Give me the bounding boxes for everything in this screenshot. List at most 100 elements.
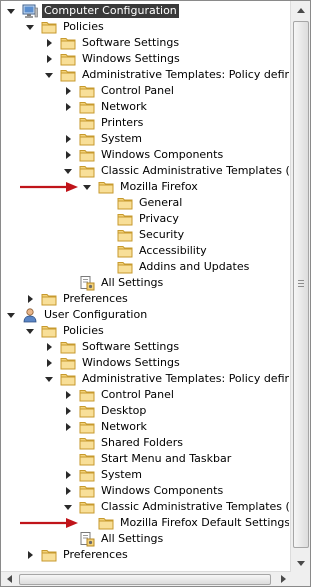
tree-item[interactable]: Network [63, 99, 289, 115]
collapse-toggle[interactable] [82, 179, 92, 195]
grip-line [298, 283, 304, 284]
folder-icon [41, 19, 57, 35]
collapse-toggle[interactable] [63, 163, 73, 179]
tree-item[interactable]: Administrative Templates: Policy definit… [44, 371, 289, 387]
tree-item[interactable]: Security [101, 227, 289, 243]
expand-toggle[interactable] [63, 387, 73, 403]
chevron-down-icon [45, 72, 53, 78]
expand-toggle[interactable] [63, 467, 73, 483]
tree-item[interactable]: Software Settings [44, 339, 289, 355]
tree-item[interactable]: Preferences [25, 291, 289, 307]
tree-item[interactable]: Classic Administrative Templates (AD [63, 499, 289, 515]
tree-item[interactable]: Control Panel [63, 387, 289, 403]
tree-item[interactable]: Windows Components [63, 147, 289, 163]
folder-icon [60, 67, 76, 83]
tree-item[interactable]: Software Settings [44, 35, 289, 51]
policy-tree: Computer Configuration Policies Software… [1, 1, 289, 572]
collapse-toggle[interactable] [25, 323, 35, 339]
chevron-down-icon [7, 8, 15, 14]
expand-toggle[interactable] [25, 547, 35, 563]
tree-item[interactable]: Policies [25, 19, 289, 35]
tree-item-label: Mozilla Firefox Default Settings [120, 516, 289, 529]
tree-item-label: Mozilla Firefox [120, 180, 198, 193]
no-toggle [101, 259, 111, 275]
folder-icon [60, 339, 76, 355]
tree-item[interactable]: Classic Administrative Templates (AD [63, 163, 289, 179]
expand-toggle[interactable] [44, 35, 54, 51]
scroll-up-button[interactable] [293, 2, 308, 18]
collapse-toggle[interactable] [44, 67, 54, 83]
tree-item[interactable]: Start Menu and Taskbar [63, 451, 289, 467]
tree-item[interactable]: Privacy [101, 211, 289, 227]
horizontal-scroll-thumb[interactable] [19, 574, 271, 585]
expand-toggle[interactable] [63, 483, 73, 499]
tree-item-label: Network [101, 100, 147, 113]
tree-item-label: System [101, 132, 143, 145]
no-toggle [63, 451, 73, 467]
tree-item-label: Accessibility [139, 244, 207, 257]
chevron-right-icon [65, 135, 71, 143]
tree-item[interactable]: Network [63, 419, 289, 435]
grip-line [298, 280, 304, 281]
tree-item[interactable]: Accessibility [101, 243, 289, 259]
expand-toggle[interactable] [63, 131, 73, 147]
tree-item[interactable]: All Settings [63, 531, 289, 547]
tree-item[interactable]: Administrative Templates: Policy definit… [44, 67, 289, 83]
folder-icon [60, 355, 76, 371]
expand-toggle[interactable] [63, 403, 73, 419]
expand-toggle[interactable] [25, 291, 35, 307]
tree-item[interactable]: Mozilla Firefox Default Settings [82, 515, 289, 531]
chevron-down-icon [26, 24, 34, 30]
tree-item-label: Security [139, 228, 185, 241]
tree-item[interactable]: Windows Components [63, 483, 289, 499]
expand-toggle[interactable] [44, 51, 54, 67]
expand-toggle[interactable] [63, 99, 73, 115]
tree-item-label: Windows Components [101, 484, 224, 497]
collapse-toggle[interactable] [6, 307, 16, 323]
tree-item[interactable]: General [101, 195, 289, 211]
vertical-scroll-thumb[interactable] [293, 21, 309, 548]
expand-toggle[interactable] [44, 339, 54, 355]
scroll-right-button[interactable] [275, 572, 291, 586]
tree-item[interactable]: Policies [25, 323, 289, 339]
chevron-right-icon [46, 343, 52, 351]
horizontal-scrollbar[interactable] [1, 571, 291, 586]
tree-item[interactable]: Printers [63, 115, 289, 131]
tree-item[interactable]: Shared Folders [63, 435, 289, 451]
expand-toggle[interactable] [44, 355, 54, 371]
tree-item[interactable]: Windows Settings [44, 355, 289, 371]
tree-item[interactable]: Addins and Updates [101, 259, 289, 275]
folder-icon [117, 211, 133, 227]
folder-icon [79, 435, 95, 451]
tree-item[interactable]: Preferences [25, 547, 289, 563]
tree-item-label: Start Menu and Taskbar [101, 452, 232, 465]
chevron-right-icon [27, 295, 33, 303]
tree-item-label: All Settings [101, 276, 164, 289]
collapse-toggle[interactable] [6, 3, 16, 19]
expand-toggle[interactable] [63, 147, 73, 163]
tree-item[interactable]: Desktop [63, 403, 289, 419]
scroll-left-button[interactable] [1, 572, 17, 586]
folder-icon [79, 499, 95, 515]
tree-item[interactable]: User Configuration [6, 307, 289, 323]
tree-item[interactable]: System [63, 467, 289, 483]
folder-icon [79, 131, 95, 147]
grip-line [298, 286, 304, 287]
tree-item[interactable]: All Settings [63, 275, 289, 291]
arrow-down-icon [296, 560, 305, 566]
vertical-scrollbar[interactable] [290, 1, 310, 572]
expand-toggle[interactable] [63, 83, 73, 99]
tree-item[interactable]: System [63, 131, 289, 147]
collapse-toggle[interactable] [25, 19, 35, 35]
folder-icon [79, 83, 95, 99]
no-toggle [63, 531, 73, 547]
collapse-toggle[interactable] [63, 499, 73, 515]
tree-pane: Computer Configuration Policies Software… [0, 0, 311, 587]
collapse-toggle[interactable] [44, 371, 54, 387]
tree-item[interactable]: Computer Configuration [6, 3, 289, 19]
expand-toggle[interactable] [63, 419, 73, 435]
tree-item[interactable]: Windows Settings [44, 51, 289, 67]
tree-item[interactable]: Mozilla Firefox [82, 179, 289, 195]
tree-item[interactable]: Control Panel [63, 83, 289, 99]
scroll-down-button[interactable] [293, 555, 308, 571]
